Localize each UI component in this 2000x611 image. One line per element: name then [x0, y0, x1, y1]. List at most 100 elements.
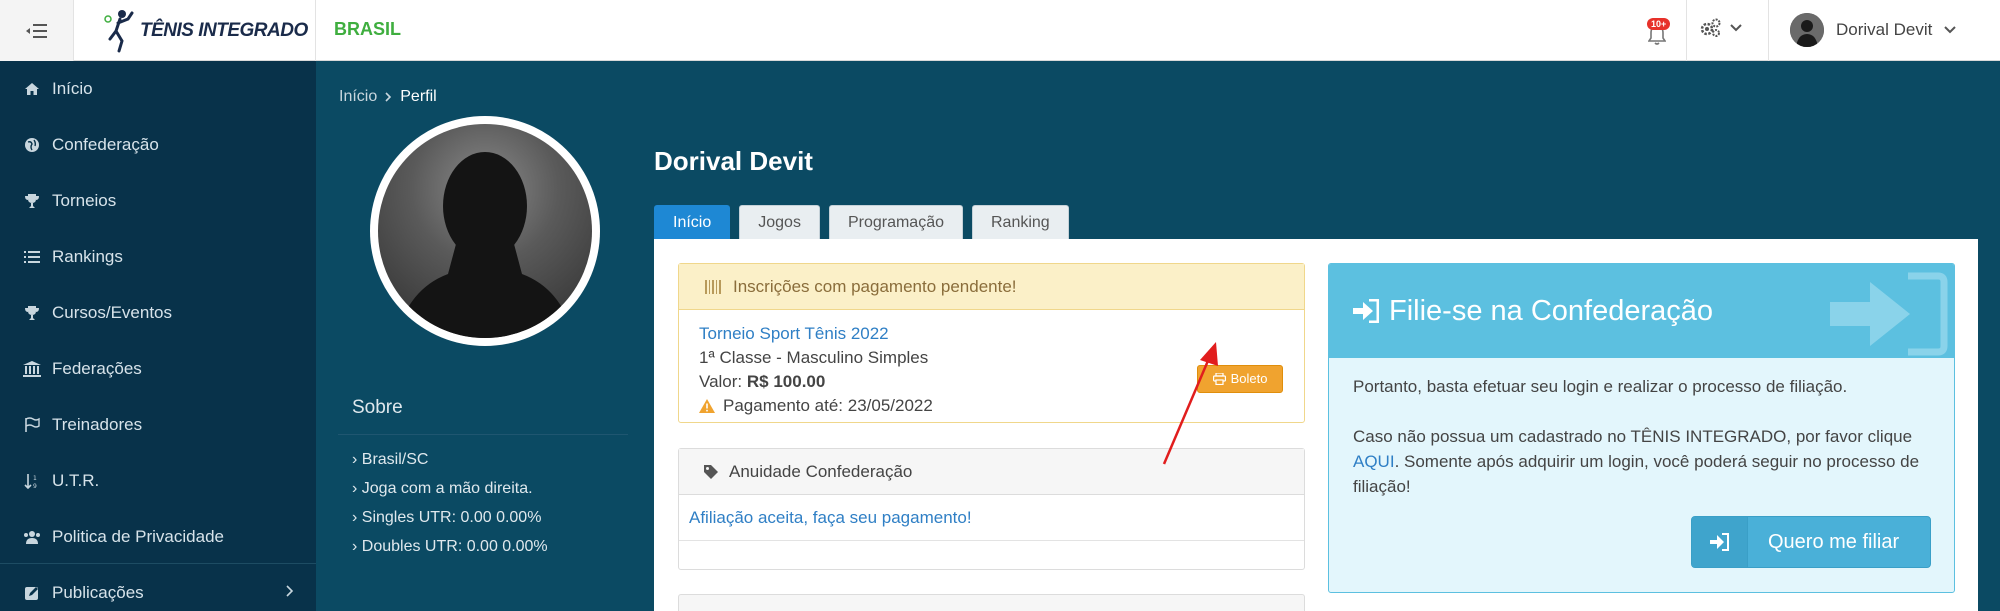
sidebar-item-federacoes[interactable]: Federações — [0, 347, 316, 391]
sidebar-item-cursos-eventos[interactable]: Cursos/Eventos — [0, 291, 316, 335]
profile-name: Dorival Devit — [654, 146, 813, 176]
settings-dropdown[interactable] — [1700, 18, 1742, 38]
quero-me-filiar-label: Quero me filiar — [1768, 530, 1900, 553]
sign-in-icon — [1692, 517, 1748, 567]
gears-icon — [1700, 18, 1721, 37]
notification-badge: 10+ — [1647, 18, 1671, 30]
aqui-link[interactable]: AQUI — [1353, 452, 1395, 471]
chevron-right-icon: › — [352, 509, 358, 526]
sidebar: Início Confederação Torneios Rankings Cu… — [0, 61, 316, 611]
sidebar-item-torneios[interactable]: Torneios — [0, 179, 316, 223]
sidebar-toggle-button[interactable] — [0, 0, 74, 61]
about-item-text: Doubles UTR: 0.00 0.00% — [361, 538, 548, 555]
affiliation-text-1: Portanto, basta efetuar seu login e real… — [1353, 377, 1848, 396]
annotation-arrow-icon — [1162, 342, 1218, 465]
svg-text:1: 1 — [33, 475, 37, 482]
about-item: › Joga com a mão direita. — [352, 480, 533, 498]
barcode-icon — [705, 279, 721, 294]
notifications-button[interactable]: 10+ — [1634, 16, 1684, 46]
affiliation-text-2: Caso não possua um cadastrado no TÊNIS I… — [1353, 424, 1943, 499]
about-item-text: Brasil/SC — [361, 451, 429, 468]
sidebar-item-confederacao[interactable]: Confederação — [0, 123, 316, 167]
sidebar-item-label: Início — [52, 79, 93, 98]
sidebar-item-treinadores[interactable]: Treinadores — [0, 403, 316, 447]
sidebar-item-label: Cursos/Eventos — [52, 303, 172, 322]
tennis-player-logo-icon — [104, 9, 134, 52]
next-box — [678, 594, 1305, 611]
menu-toggle-icon — [25, 23, 47, 38]
chevron-right-icon: › — [352, 451, 358, 468]
sidebar-item-politica-privacidade[interactable]: Politica de Privacidade — [0, 515, 316, 559]
trophy-icon — [22, 303, 42, 323]
about-item: › Singles UTR: 0.00 0.00% — [352, 509, 541, 527]
warning-icon — [699, 399, 715, 413]
flag-icon — [22, 415, 42, 435]
affiliation-title: Filie-se na Confederação — [1389, 294, 1714, 327]
payment-value: R$ 100.00 — [746, 372, 826, 391]
about-item-text: Singles UTR: 0.00 0.00% — [361, 509, 542, 526]
pending-payment-header: Inscrições com pagamento pendente! — [679, 264, 1304, 310]
profile-tabs: Início Jogos Programação Ranking — [654, 205, 1069, 239]
brand-label[interactable]: BRASIL — [334, 19, 401, 40]
user-silhouette-icon — [396, 152, 574, 338]
logo[interactable]: TÊNIS INTEGRADO — [74, 0, 316, 61]
users-icon — [22, 527, 42, 547]
sidebar-item-rankings[interactable]: Rankings — [0, 235, 316, 279]
divider — [1686, 0, 1687, 61]
sidebar-item-utr[interactable]: 19 U.T.R. — [0, 459, 316, 503]
divider — [1768, 0, 1769, 61]
quero-me-filiar-button[interactable]: Quero me filiar — [1691, 516, 1931, 568]
edit-icon — [22, 583, 42, 603]
sidebar-item-label: Publicações — [52, 583, 144, 602]
sidebar-item-label: Politica de Privacidade — [52, 527, 224, 546]
svg-text:9: 9 — [33, 483, 37, 489]
tab-inicio[interactable]: Início — [654, 205, 731, 239]
about-item-text: Joga com a mão direita. — [361, 480, 533, 497]
tab-jogos[interactable]: Jogos — [739, 205, 820, 239]
globe-icon — [22, 135, 42, 155]
breadcrumb: Início Perfil — [339, 88, 437, 106]
sidebar-item-label: Torneios — [52, 191, 117, 210]
boleto-label: Boleto — [1230, 371, 1268, 386]
trophy-icon — [22, 191, 42, 211]
about-item: › Doubles UTR: 0.00 0.00% — [352, 538, 548, 556]
annuity-status-link[interactable]: Afiliação aceita, faça seu pagamento! — [679, 495, 1304, 541]
logo-text: TÊNIS INTEGRADO — [140, 19, 308, 41]
sort-icon: 19 — [22, 471, 42, 491]
about-item: › Brasil/SC — [352, 451, 428, 469]
sign-in-icon — [1353, 299, 1379, 323]
breadcrumb-current: Perfil — [400, 88, 437, 105]
chevron-right-icon — [385, 92, 392, 102]
affiliation-box: Filie-se na Confederação Portanto, basta… — [1328, 263, 1955, 593]
sidebar-item-label: Treinadores — [52, 415, 143, 434]
sidebar-item-label: U.T.R. — [52, 471, 100, 490]
sign-in-watermark-icon — [1830, 272, 1948, 356]
affiliation-header: Filie-se na Confederação — [1329, 264, 1954, 358]
payment-due: Pagamento até: 23/05/2022 — [723, 396, 933, 415]
sidebar-item-label: Confederação — [52, 135, 159, 154]
divider — [338, 434, 628, 435]
sidebar-item-label: Rankings — [52, 247, 123, 266]
divider — [0, 563, 316, 564]
user-silhouette-icon — [1790, 13, 1824, 47]
breadcrumb-home-link[interactable]: Início — [339, 88, 377, 106]
sidebar-item-label: Federações — [52, 359, 142, 378]
user-menu-dropdown[interactable]: Dorival Devit — [1790, 13, 1957, 47]
annuity-title: Anuidade Confederação — [729, 461, 913, 481]
top-bar: TÊNIS INTEGRADO BRASIL 10+ Dorival Devit — [0, 0, 2000, 61]
tab-programacao[interactable]: Programação — [828, 205, 963, 239]
pending-payment-title: Inscrições com pagamento pendente! — [733, 276, 1017, 296]
user-name: Dorival Devit — [1836, 20, 1933, 39]
affiliation-text-2b: . Somente após adquirir um login, você p… — [1353, 452, 1920, 496]
list-icon — [22, 247, 42, 267]
payment-value-label: Valor: — [699, 372, 743, 391]
tab-ranking[interactable]: Ranking — [972, 205, 1069, 239]
affiliation-text-2a: Caso não possua um cadastrado no TÊNIS I… — [1353, 427, 1913, 446]
chevron-right-icon — [286, 585, 294, 597]
institution-icon — [22, 359, 42, 379]
chevron-right-icon: › — [352, 538, 358, 555]
sidebar-item-inicio[interactable]: Início — [0, 67, 316, 111]
avatar — [1790, 13, 1824, 47]
home-icon — [22, 79, 42, 99]
sidebar-item-publicacoes[interactable]: Publicações — [0, 571, 316, 611]
